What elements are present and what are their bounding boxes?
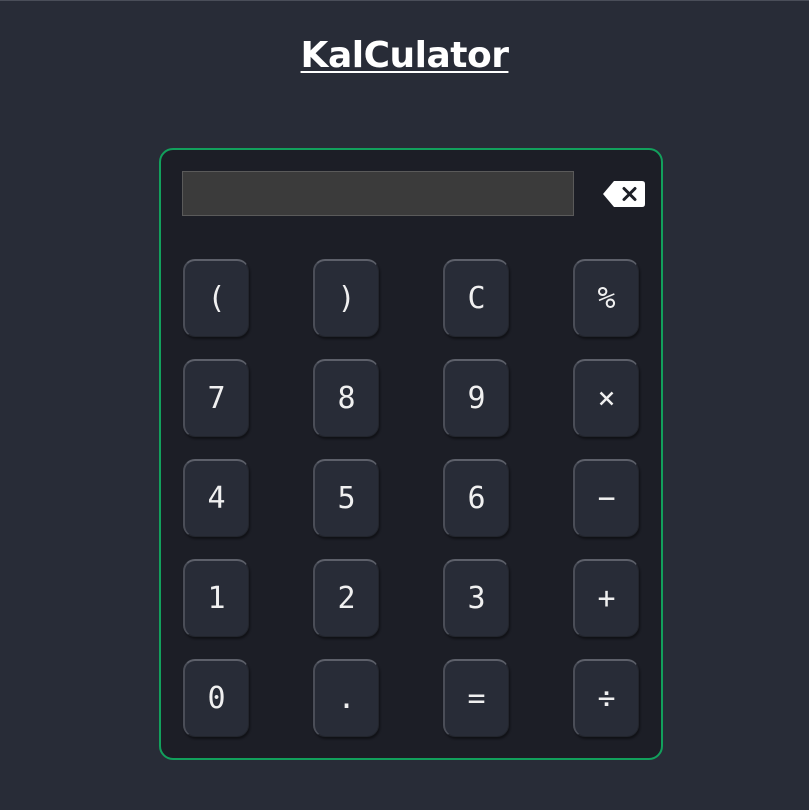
digit-8-button[interactable]: 8 [313,359,379,437]
subtract-button[interactable]: − [573,459,639,537]
digit-7-button[interactable]: 7 [183,359,249,437]
digit-6-button[interactable]: 6 [443,459,509,537]
display-input[interactable] [182,171,574,216]
divide-button[interactable]: ÷ [573,659,639,737]
clear-button[interactable]: C [443,259,509,337]
digit-4-button[interactable]: 4 [183,459,249,537]
digit-5-button[interactable]: 5 [313,459,379,537]
app-title: KalCulator [300,35,509,76]
digit-2-button[interactable]: 2 [313,559,379,637]
multiply-button[interactable]: × [573,359,639,437]
equals-button[interactable]: = [443,659,509,737]
digit-3-button[interactable]: 3 [443,559,509,637]
digit-1-button[interactable]: 1 [183,559,249,637]
decimal-button[interactable]: . [313,659,379,737]
backspace-icon [603,181,645,207]
digit-9-button[interactable]: 9 [443,359,509,437]
percent-button[interactable]: % [573,259,639,337]
backspace-button[interactable] [602,180,646,208]
calculator-panel: ( ) C % 7 8 9 × 4 5 6 − 1 2 3 + 0 . = ÷ [159,148,663,760]
close-paren-button[interactable]: ) [313,259,379,337]
open-paren-button[interactable]: ( [183,259,249,337]
add-button[interactable]: + [573,559,639,637]
digit-0-button[interactable]: 0 [183,659,249,737]
